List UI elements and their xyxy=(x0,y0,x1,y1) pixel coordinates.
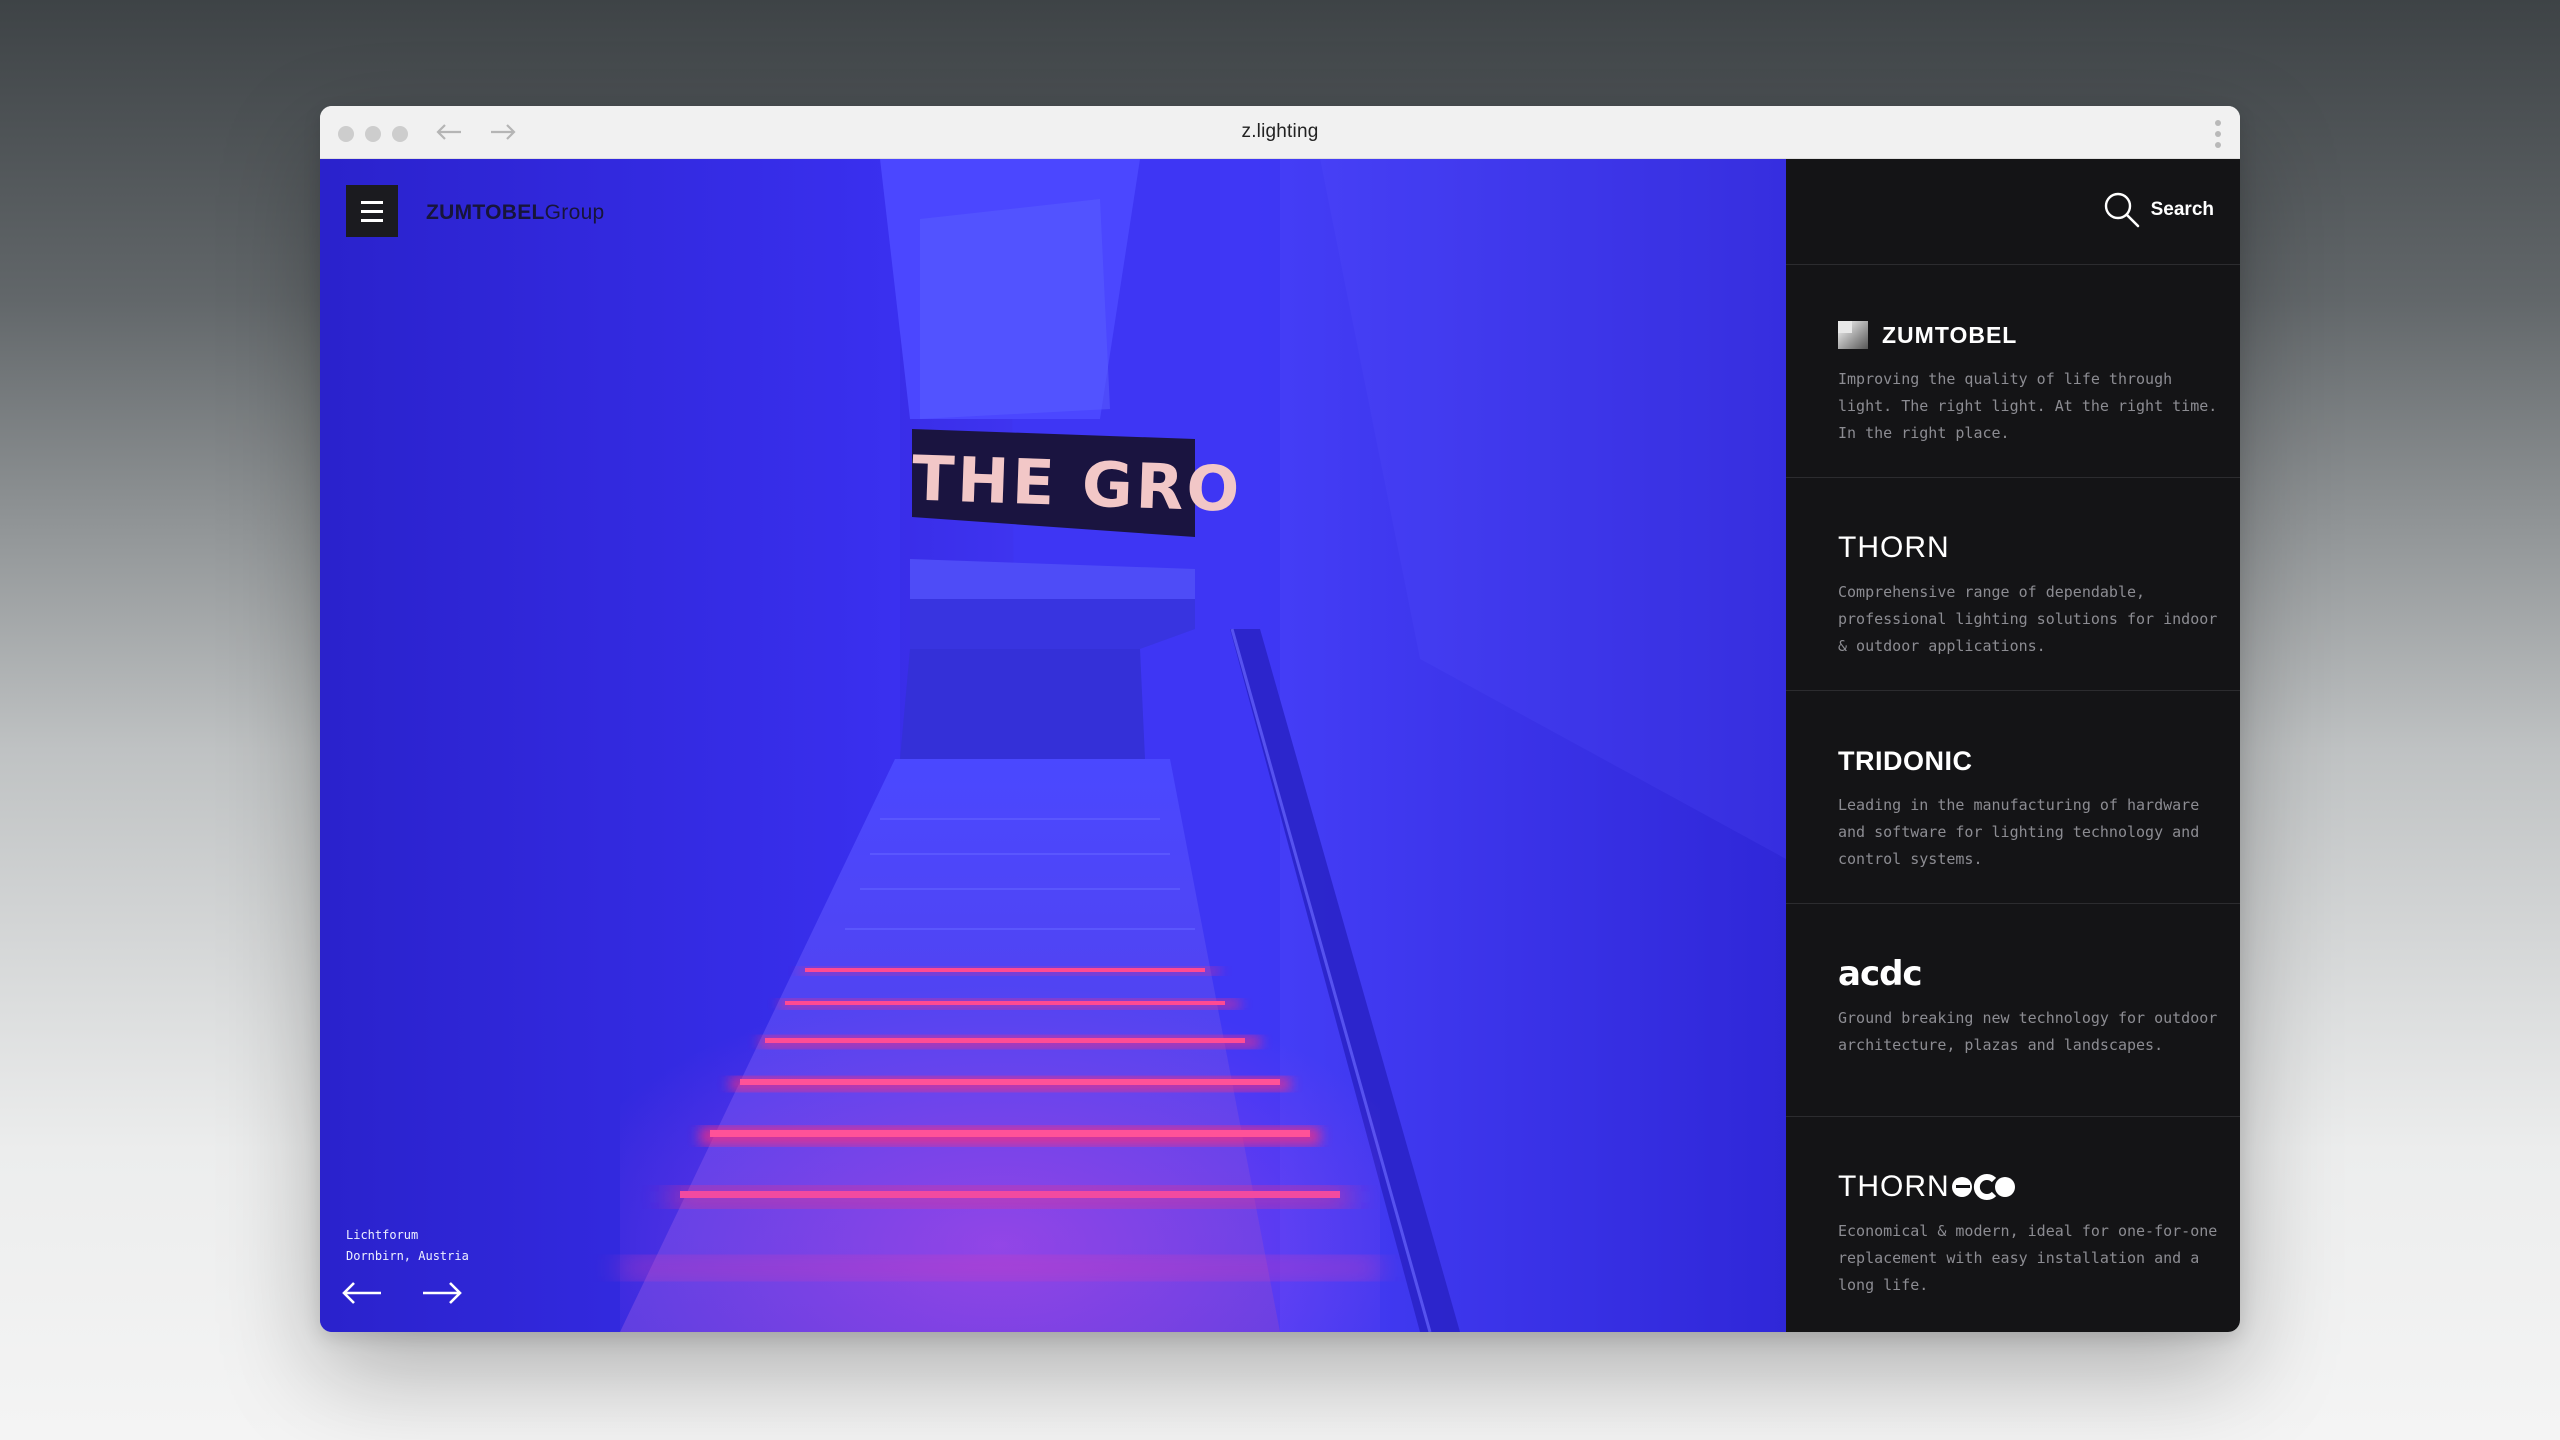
brand-logo[interactable]: ZUMTOBELGroup xyxy=(426,201,605,225)
brand-card-thorneco[interactable]: THORN eco Economical & modern, ideal for… xyxy=(1786,1117,2240,1330)
caption-city: Dornbirn, Austria xyxy=(346,1249,469,1263)
brand-description: Economical & modern, ideal for one-for-o… xyxy=(1838,1222,2218,1294)
hero-image: THE GRO ZUMTOBELGroup Lichtforum Dornbir… xyxy=(320,159,1786,1332)
brand-card-tridonic[interactable]: TRIDONIC Leading in the manufacturing of… xyxy=(1786,691,2240,904)
arrow-left-icon xyxy=(342,1282,381,1304)
acdc-logo: acdc xyxy=(1838,954,1923,994)
brand-name: THORN xyxy=(1838,1170,1950,1203)
panel-header: Search xyxy=(1786,159,2240,265)
kebab-menu-icon[interactable] xyxy=(2214,120,2222,148)
brand-name-bold: ZUMTOBEL xyxy=(426,201,545,224)
arrow-right-icon xyxy=(423,1282,462,1304)
thorneco-logo: THORN eco xyxy=(1838,1169,2016,1205)
hamburger-icon[interactable] xyxy=(346,185,398,237)
brand-card-zumtobel[interactable]: ZUMTOBEL Improving the quality of life t… xyxy=(1786,265,2240,478)
zumtobel-mark-icon xyxy=(1838,321,1868,349)
brand-description: Comprehensive range of dependable, profe… xyxy=(1838,583,2218,655)
brand-card-acdc[interactable]: acdc Ground breaking new technology for … xyxy=(1786,904,2240,1117)
search-icon xyxy=(2104,192,2139,228)
slide-prev-button[interactable] xyxy=(338,1275,386,1311)
eco-logo: eco xyxy=(1951,1174,2015,1200)
tridonic-logo: TRIDONIC xyxy=(1838,743,1973,779)
search-label: Search xyxy=(2150,199,2214,220)
image-caption: Lichtforum Dornbirn, Austria xyxy=(346,1225,469,1267)
browser-titlebar: z.lighting xyxy=(320,106,2240,159)
brand-name: TRIDONIC xyxy=(1838,745,1973,776)
brand-name: acdc xyxy=(1838,954,1923,994)
thorn-logo: THORN xyxy=(1838,530,1950,566)
staircase-scene: THE GRO xyxy=(320,159,1786,1332)
brand-description: Improving the quality of life through li… xyxy=(1838,370,2218,442)
brand-description: Leading in the manufacturing of hardware… xyxy=(1838,796,2200,868)
caption-location: Lichtforum xyxy=(346,1228,419,1242)
zumtobel-logo: ZUMTOBEL xyxy=(1838,317,2017,353)
slide-next-button[interactable] xyxy=(418,1275,466,1311)
led-sign-text: THE GRO xyxy=(911,442,1244,526)
window-title: z.lighting xyxy=(1241,121,1319,142)
brand-card-thorn[interactable]: THORN Comprehensive range of dependable,… xyxy=(1786,478,2240,691)
browser-window: z.lighting THE GRO ZUMTOBELGroup Lichtfo… xyxy=(320,106,2240,1332)
brand-description: Ground breaking new technology for outdo… xyxy=(1838,1009,2218,1054)
brand-name-light: Group xyxy=(544,201,605,224)
brand-name: ZUMTOBEL xyxy=(1882,321,2018,348)
search-button[interactable]: Search xyxy=(2103,191,2214,229)
brands-panel: Search ZUMTOBEL Improving the quality of… xyxy=(1786,159,2240,1332)
brand-name: THORN xyxy=(1838,531,1950,564)
